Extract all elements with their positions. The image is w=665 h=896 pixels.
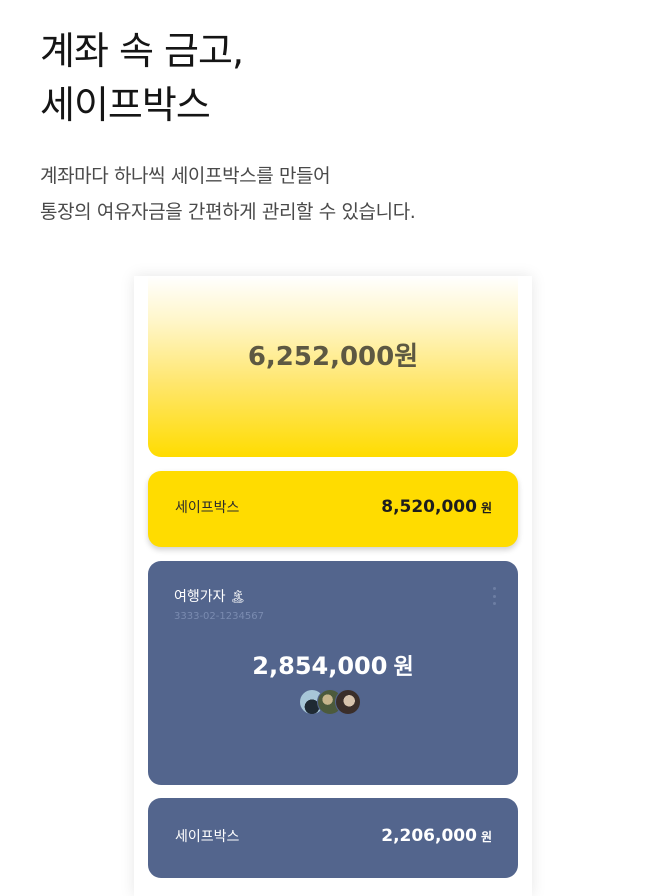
safebox-card-blue[interactable]: 세이프박스 2,206,000 원 (148, 798, 518, 878)
account-name-text: 여행가자 (174, 589, 226, 605)
description-line-2: 통장의 여유자금을 간편하게 관리할 수 있습니다. (40, 201, 416, 223)
account-balance: 2,854,000 원 (148, 649, 518, 681)
headline-line-2: 세이프박스 (40, 83, 211, 127)
avatar (335, 689, 361, 715)
safebox-amount: 2,206,000 원 (381, 826, 492, 846)
account-balance-value: 2,854,000 (252, 652, 388, 680)
total-balance-card[interactable]: 6,252,000원 (148, 276, 518, 457)
headline-line-1: 계좌 속 금고, (40, 29, 244, 73)
island-emoji-icon: 🏝 (229, 590, 247, 605)
safebox-amount-value: 8,520,000 (381, 497, 477, 517)
safebox-label: 세이프박스 (175, 829, 240, 845)
travel-account-card[interactable]: 여행가자 🏝 3333-02-1234567 2,854,000 원 (148, 561, 518, 785)
description-line-1: 계좌마다 하나씩 세이프박스를 만들어 (40, 165, 331, 187)
safebox-card-yellow[interactable]: 세이프박스 8,520,000 원 (148, 471, 518, 547)
account-number: 3333-02-1234567 (174, 611, 264, 622)
safebox-amount-unit: 원 (480, 501, 492, 515)
account-balance-unit: 원 (393, 655, 414, 680)
safebox-amount-unit: 원 (480, 830, 492, 844)
safebox-label: 세이프박스 (175, 500, 240, 516)
total-balance-amount: 6,252,000원 (247, 342, 419, 372)
safebox-amount: 8,520,000 원 (381, 497, 492, 517)
safebox-amount-value: 2,206,000 (381, 826, 477, 846)
phone-mockup: 6,252,000원 세이프박스 8,520,000 원 여행가자 🏝 3333-0… (134, 276, 532, 896)
page-headline: 계좌 속 금고, 세이프박스 (40, 24, 244, 132)
page-description: 계좌마다 하나씩 세이프박스를 만들어 통장의 여유자금을 간편하게 관리할 수… (40, 158, 416, 230)
more-vertical-icon[interactable] (492, 587, 496, 605)
account-name: 여행가자 🏝 (174, 586, 246, 606)
